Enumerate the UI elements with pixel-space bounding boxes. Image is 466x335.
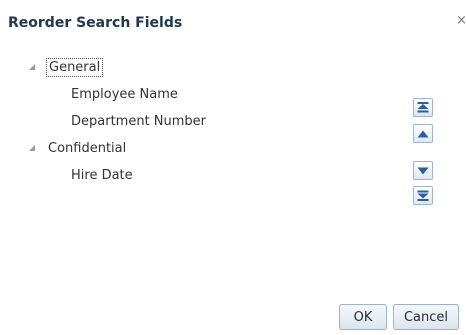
dialog-title: Reorder Search Fields [8, 15, 183, 31]
tree-item-department-number[interactable]: Department Number [71, 114, 206, 130]
tree-group-general[interactable]: General [45, 58, 104, 77]
tree-item-employee-name[interactable]: Employee Name [71, 87, 178, 103]
disclosure-expanded-icon[interactable] [29, 64, 35, 70]
disclosure-expanded-icon[interactable] [29, 145, 35, 151]
tree-group-confidential[interactable]: Confidential [48, 141, 126, 157]
double-chevron-down-icon [417, 190, 429, 201]
move-up-button[interactable] [413, 124, 433, 143]
double-chevron-up-icon [417, 102, 429, 113]
close-icon[interactable]: × [456, 14, 466, 28]
tree-item-hire-date[interactable]: Hire Date [71, 168, 133, 184]
move-to-top-button[interactable] [413, 98, 433, 117]
reorder-search-fields-dialog: Reorder Search Fields × General Employee… [0, 0, 466, 335]
ok-button[interactable]: OK [339, 304, 387, 330]
chevron-down-icon [417, 167, 429, 174]
move-to-bottom-button[interactable] [413, 186, 433, 205]
move-down-button[interactable] [413, 161, 433, 180]
cancel-button[interactable]: Cancel [393, 304, 459, 330]
chevron-up-icon [417, 130, 429, 137]
tree-group-label: General [45, 58, 104, 77]
